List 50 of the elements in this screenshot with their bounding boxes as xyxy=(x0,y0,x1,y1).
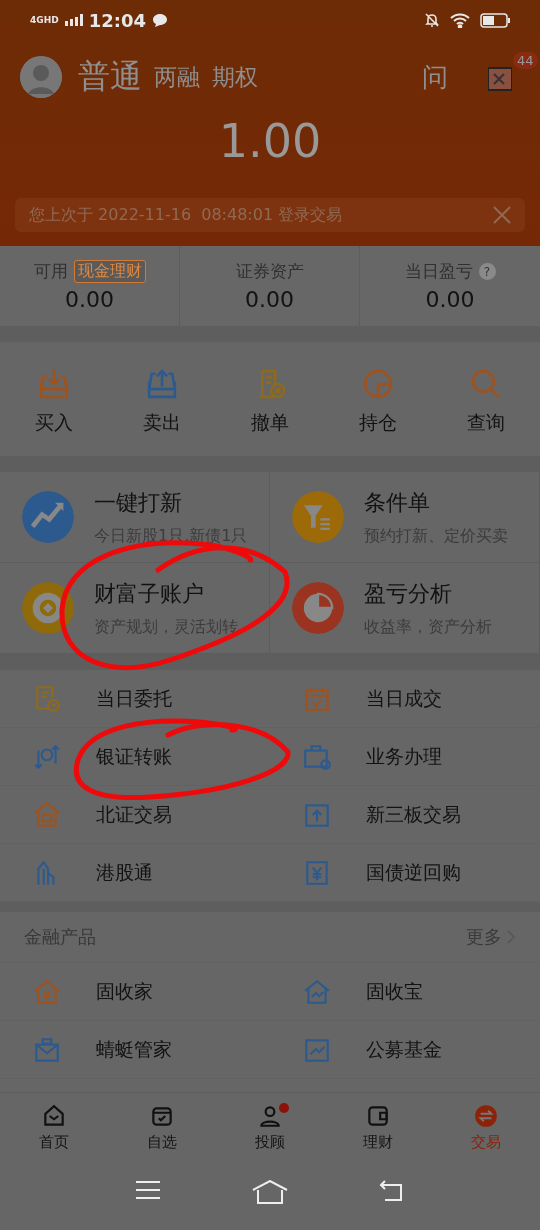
signal-icon xyxy=(64,14,83,26)
feature-title: 一键打新 xyxy=(94,488,183,517)
house-icon xyxy=(32,799,62,830)
product-item[interactable]: 公募基金 xyxy=(270,1021,540,1079)
bell-off-icon xyxy=(424,12,440,28)
action-button[interactable]: 买入 xyxy=(35,366,73,436)
action-button[interactable]: 撤单 xyxy=(251,366,289,436)
message-count-badge: 44 xyxy=(513,52,538,69)
account-type-tab[interactable]: 两融 xyxy=(154,61,200,93)
tab-item[interactable]: 自选 xyxy=(127,1103,197,1152)
tab-item[interactable]: 首页 xyxy=(19,1103,89,1152)
clock: 12:04 xyxy=(88,9,146,31)
feature-title: 盈亏分析 xyxy=(364,579,453,608)
menu-item[interactable]: 当日委托 xyxy=(0,670,270,728)
feature-title: 条件单 xyxy=(364,488,431,517)
summary-value: 0.00 xyxy=(245,287,294,312)
tab-item[interactable]: 理财 xyxy=(343,1103,413,1152)
chat-bubble-icon xyxy=(151,12,168,28)
login-notice-text: 您上次于 2022-11-16 08:48:01 登录交易 xyxy=(29,204,343,226)
home-icon xyxy=(41,1103,67,1129)
summary-value: 0.00 xyxy=(65,287,114,312)
cash-tag[interactable]: 现金理财 xyxy=(73,260,146,283)
feature-title: 财富子账户 xyxy=(94,579,205,608)
action-button[interactable]: 持仓 xyxy=(359,366,397,436)
action-button[interactable]: 卖出 xyxy=(143,366,181,436)
product-item[interactable]: 固收宝 xyxy=(270,963,540,1021)
menu-item[interactable]: 当日成交 xyxy=(270,670,540,728)
menu-item[interactable]: 银证转账 xyxy=(0,728,270,786)
account-type-tab[interactable]: 普通 xyxy=(78,55,142,99)
menu-item[interactable]: 新三板交易 xyxy=(270,786,540,844)
menu-icon[interactable] xyxy=(135,1180,162,1200)
person-icon xyxy=(257,1103,283,1129)
back-icon[interactable] xyxy=(378,1180,405,1202)
wifi-icon xyxy=(450,12,470,28)
battery-icon xyxy=(480,12,510,28)
menu-item[interactable]: 业务办理 xyxy=(270,728,540,786)
account-type-tab[interactable]: 期权 xyxy=(212,61,258,93)
action-button[interactable]: 查询 xyxy=(467,366,505,436)
tab-item[interactable]: 投顾 xyxy=(235,1103,305,1152)
total-assets: 1.00 xyxy=(217,113,323,170)
summary-value: 0.00 xyxy=(425,287,475,312)
help-icon[interactable]: ? xyxy=(478,263,496,280)
help-button[interactable]: 问 xyxy=(422,59,448,95)
menu-item[interactable]: 北证交易 xyxy=(0,786,270,844)
product-item[interactable]: 蜻蜓管家 xyxy=(0,1021,270,1079)
product-item[interactable]: 固收家 xyxy=(0,963,270,1021)
wallet-icon xyxy=(365,1103,391,1129)
swap-icon xyxy=(473,1103,499,1129)
network-label: 4GHD xyxy=(30,15,59,25)
home-icon[interactable] xyxy=(252,1180,288,1204)
